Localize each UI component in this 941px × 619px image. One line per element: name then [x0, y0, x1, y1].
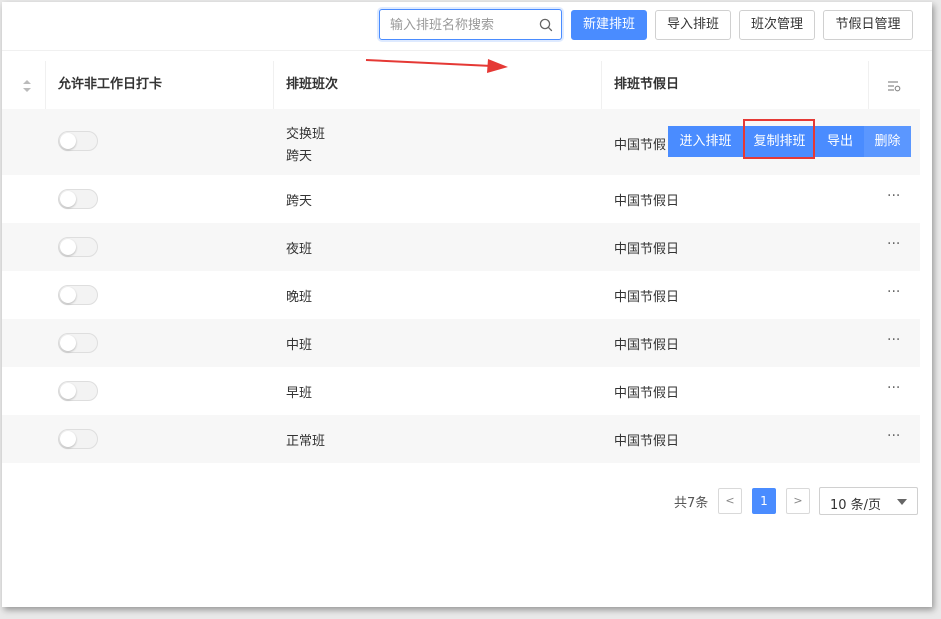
- new-schedule-button[interactable]: 新建排班: [571, 10, 647, 40]
- more-actions-icon[interactable]: ···: [887, 428, 900, 444]
- more-actions-icon[interactable]: ···: [887, 380, 900, 396]
- table-row[interactable]: 跨天 中国节假日 ···: [2, 175, 920, 223]
- search-input[interactable]: [388, 10, 532, 41]
- holiday-management-button[interactable]: 节假日管理: [823, 10, 913, 40]
- toggle-knob: [60, 191, 76, 207]
- search-icon[interactable]: [539, 18, 553, 32]
- table-header: 允许非工作日打卡 排班班次 排班节假日: [2, 61, 920, 109]
- enter-schedule-button[interactable]: 进入排班: [668, 126, 743, 157]
- pagination-next-button[interactable]: >: [786, 488, 810, 514]
- shift-name: 中班: [286, 338, 313, 353]
- holiday-name: 中国节假日: [614, 338, 680, 353]
- allow-nonworkday-toggle[interactable]: [58, 131, 98, 151]
- pagination-total: 共7条: [674, 496, 709, 511]
- more-actions-icon[interactable]: ···: [887, 284, 900, 300]
- column-settings-icon[interactable]: [887, 80, 901, 92]
- holiday-name: 中国节假日: [614, 434, 680, 449]
- allow-nonworkday-toggle[interactable]: [58, 429, 98, 449]
- pagination-page-1[interactable]: 1: [752, 488, 776, 514]
- allow-nonworkday-toggle[interactable]: [58, 333, 98, 353]
- table-row[interactable]: 中班 中国节假日 ···: [2, 319, 920, 367]
- table-row[interactable]: 晚班 中国节假日 ···: [2, 271, 920, 319]
- header-divider: [273, 61, 274, 109]
- holiday-name: 中国节假日: [614, 242, 680, 257]
- page-size-select[interactable]: 10 条/页: [819, 487, 918, 515]
- chevron-down-icon: [897, 499, 907, 505]
- more-actions-icon[interactable]: ···: [887, 236, 900, 252]
- more-actions-icon[interactable]: ···: [887, 188, 900, 204]
- delete-button[interactable]: 删除: [864, 126, 911, 157]
- allow-nonworkday-toggle[interactable]: [58, 189, 98, 209]
- toggle-knob: [60, 383, 76, 399]
- toolbar: 新建排班 导入排班 班次管理 节假日管理: [2, 2, 932, 51]
- shift-management-button[interactable]: 班次管理: [739, 10, 815, 40]
- toggle-knob: [60, 239, 76, 255]
- allow-nonworkday-toggle[interactable]: [58, 381, 98, 401]
- shift-name: 正常班: [286, 434, 326, 449]
- header-shift: 排班班次: [286, 77, 339, 92]
- table-row[interactable]: 正常班 中国节假日 ···: [2, 415, 920, 463]
- toggle-knob: [60, 335, 76, 351]
- allow-nonworkday-toggle[interactable]: [58, 237, 98, 257]
- shift-name-secondary: 跨天: [286, 149, 313, 164]
- shift-name: 早班: [286, 386, 313, 401]
- import-schedule-button[interactable]: 导入排班: [655, 10, 731, 40]
- shift-name: 晚班: [286, 290, 313, 305]
- header-holiday: 排班节假日: [614, 77, 680, 92]
- header-divider: [601, 61, 602, 109]
- toggle-knob: [60, 431, 76, 447]
- shift-name: 交换班: [286, 127, 326, 142]
- holiday-name: 中国节假日: [614, 386, 680, 401]
- header-allow-nonworkday: 允许非工作日打卡: [58, 77, 163, 92]
- holiday-name: 中国节假日: [614, 290, 680, 305]
- toggle-knob: [60, 287, 76, 303]
- search-box[interactable]: [379, 9, 562, 41]
- toggle-knob: [60, 133, 76, 149]
- export-button[interactable]: 导出: [816, 126, 864, 157]
- header-divider: [868, 61, 869, 109]
- sort-icon[interactable]: [22, 79, 32, 93]
- app-frame: 新建排班 导入排班 班次管理 节假日管理 允许非工作日打卡 排班班次 排班节假日…: [2, 2, 932, 607]
- table-row[interactable]: 早班 中国节假日 ···: [2, 367, 920, 415]
- allow-nonworkday-toggle[interactable]: [58, 285, 98, 305]
- pagination-prev-button[interactable]: <: [718, 488, 742, 514]
- more-actions-icon[interactable]: ···: [887, 332, 900, 348]
- table-row[interactable]: 夜班 中国节假日 ···: [2, 223, 920, 271]
- page-size-value: 10 条/页: [830, 498, 882, 513]
- holiday-name: 中国节假日: [614, 194, 680, 209]
- header-divider: [45, 61, 46, 109]
- highlight-box-annotation: [743, 119, 815, 159]
- shift-name: 夜班: [286, 242, 313, 257]
- shift-name: 跨天: [286, 194, 313, 209]
